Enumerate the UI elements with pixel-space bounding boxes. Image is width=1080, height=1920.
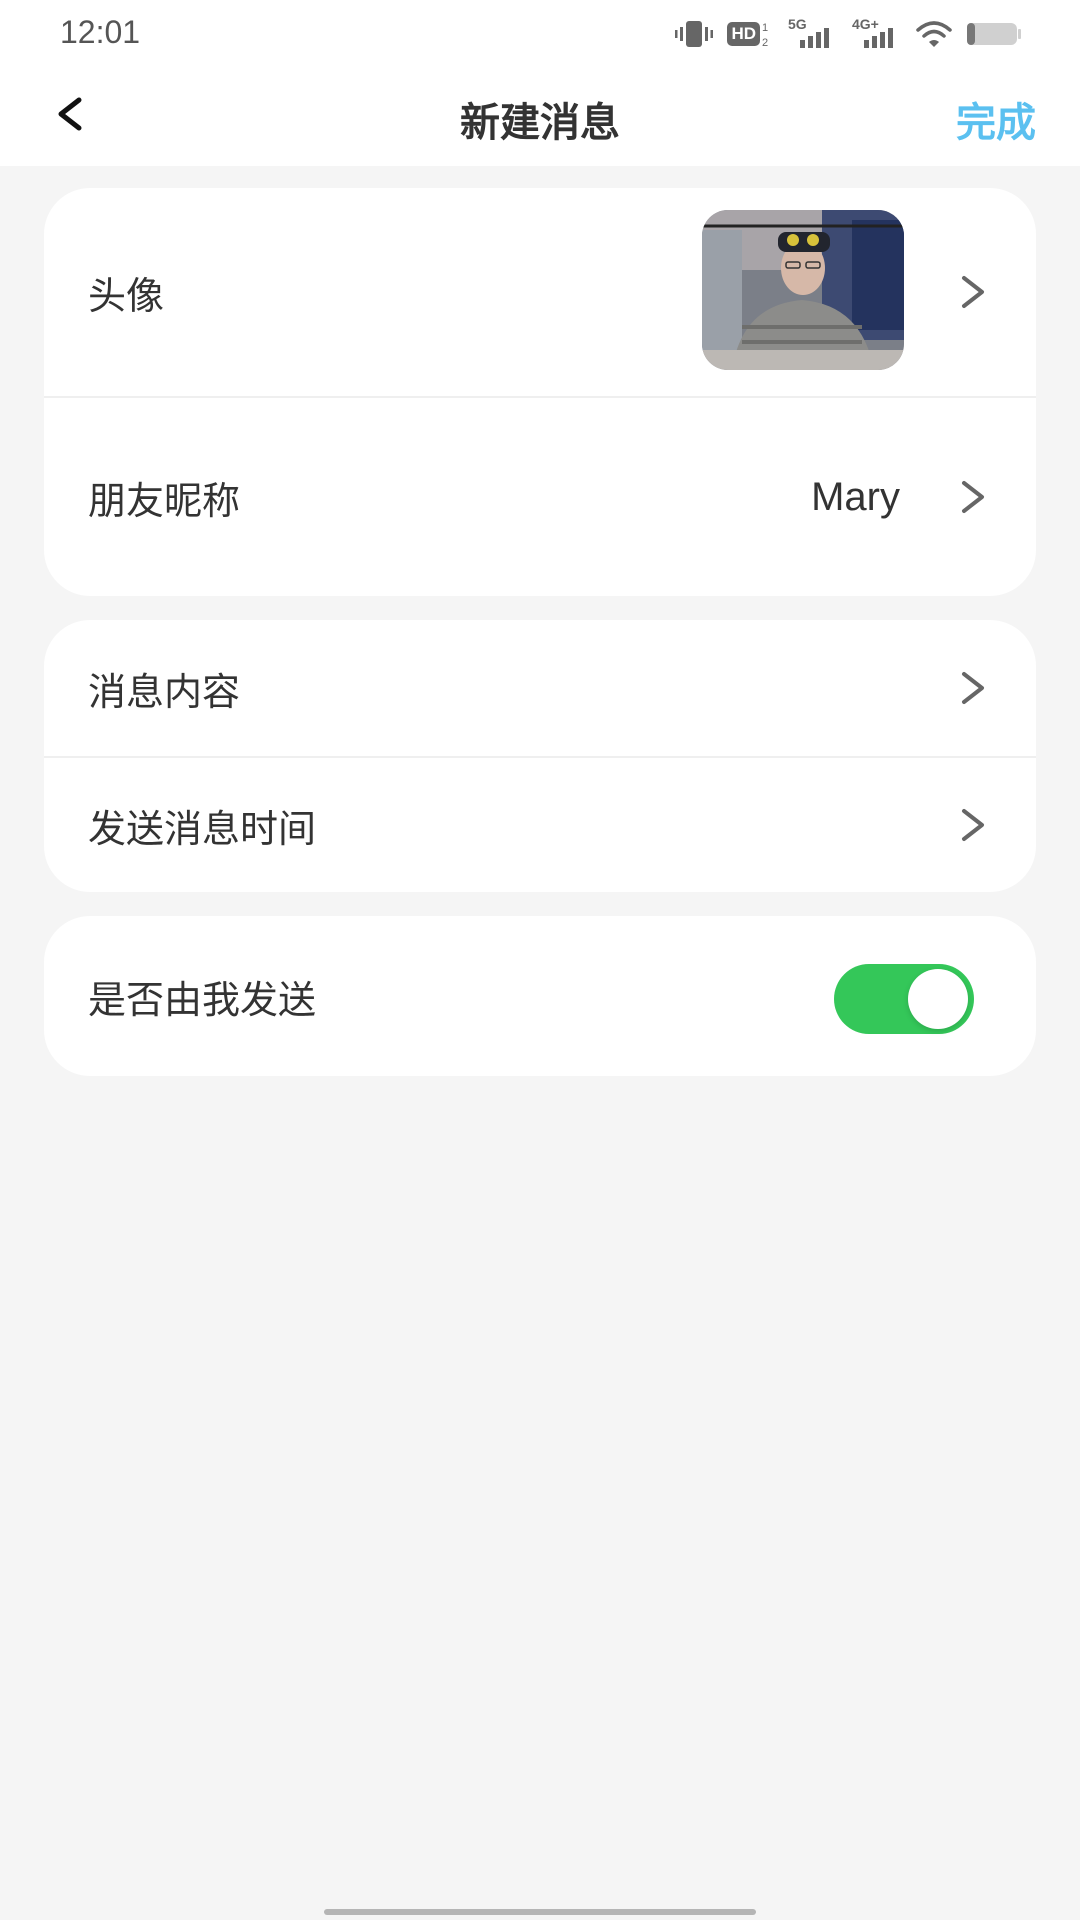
message-content-row[interactable]: 消息内容 [44,620,1036,756]
nav-bar: 新建消息 完成 [0,68,1080,166]
send-time-label: 发送消息时间 [88,806,317,851]
done-button[interactable]: 完成 [956,90,1036,148]
status-time: 12:01 [60,14,141,50]
svg-text:2: 2 [762,37,768,49]
signal-4g-icon: 4G+ [852,16,902,50]
chevron-right-icon [958,272,988,312]
chevron-right-icon [958,668,988,708]
nickname-label: 朋友昵称 [88,478,241,523]
wifi-icon [916,20,952,48]
home-indicator [324,1909,756,1915]
status-bar: 12:01 HD 1 2 5G 4G+ [0,0,1080,68]
sent-by-me-row: 是否由我发送 [44,916,1036,1076]
battery-icon [966,21,1022,47]
avatar-row[interactable]: 头像 [44,188,1036,396]
nickname-row[interactable]: 朋友昵称 Mary [44,396,1036,596]
hd-label: HD [727,22,760,46]
sent-by-me-toggle[interactable] [834,964,974,1034]
sender-card: 是否由我发送 [44,916,1036,1076]
message-content-label: 消息内容 [88,669,241,714]
vibrate-icon [675,18,714,50]
page-title: 新建消息 [460,100,620,146]
hd-icon: HD 1 2 [727,19,774,49]
send-time-row[interactable]: 发送消息时间 [44,756,1036,892]
profile-card: 头像 朋友昵称 Mary [44,188,1036,596]
chevron-right-icon [958,805,988,845]
avatar-label: 头像 [88,273,165,318]
nickname-value: Mary [811,474,900,519]
status-icons: HD 1 2 5G 4G+ [675,16,1022,52]
sent-by-me-label: 是否由我发送 [88,977,317,1022]
signal-5g-icon: 5G [788,16,838,50]
chevron-right-icon [958,477,988,517]
avatar[interactable] [702,210,904,370]
svg-text:1: 1 [762,22,768,34]
toggle-knob [908,969,968,1029]
message-card: 消息内容 发送消息时间 [44,620,1036,892]
